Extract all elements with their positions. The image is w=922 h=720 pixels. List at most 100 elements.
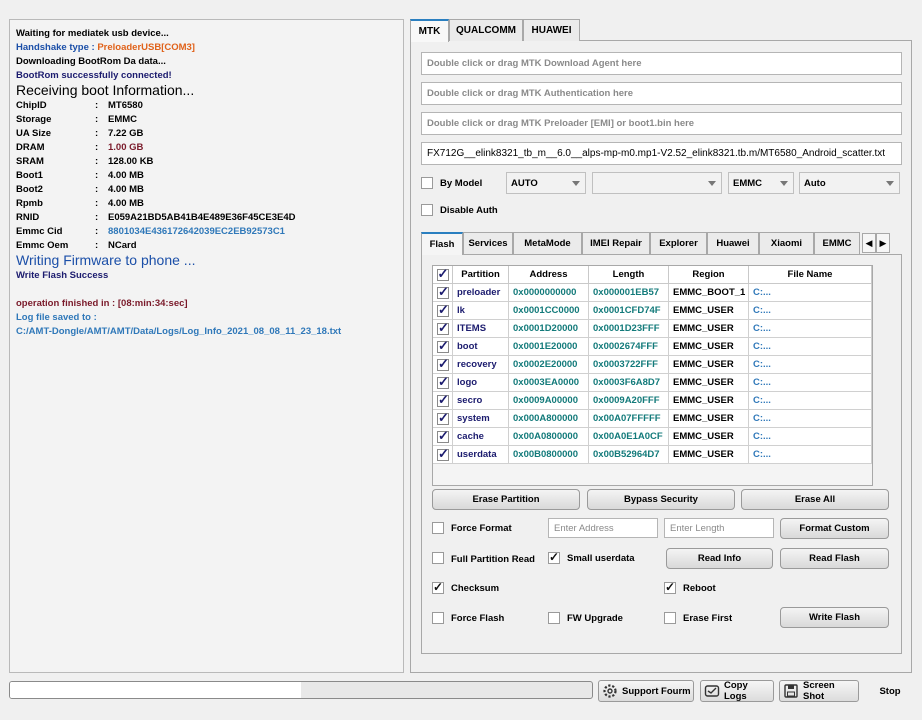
tab-scroll-right-icon[interactable]: ▶ [876, 233, 890, 253]
force-flash-checkbox[interactable] [432, 612, 444, 624]
header-region[interactable]: Region [669, 266, 749, 284]
row-checkbox-cell[interactable] [433, 374, 453, 392]
row-checkbox[interactable] [437, 338, 449, 354]
read-info-button[interactable]: Read Info [666, 548, 773, 569]
row-checkbox[interactable] [437, 410, 449, 426]
tab-services[interactable]: Services [463, 232, 513, 254]
cell-address: 0x0009A00000 [509, 392, 589, 410]
bypass-security-button[interactable]: Bypass Security [587, 489, 735, 510]
row-checkbox-cell[interactable] [433, 320, 453, 338]
row-checkbox[interactable] [437, 356, 449, 372]
format-custom-button[interactable]: Format Custom [780, 518, 889, 539]
tab-qualcomm[interactable]: QUALCOMM [449, 19, 523, 41]
tab-imei-repair[interactable]: IMEI Repair [582, 232, 650, 254]
model-select[interactable]: AUTO [506, 172, 586, 194]
full-partition-read-checkbox[interactable] [432, 552, 444, 564]
scatter-file-input[interactable]: FX712G__elink8321_tb_m__6.0__alps-mp-m0.… [421, 142, 902, 165]
read-flash-button[interactable]: Read Flash [780, 548, 889, 569]
cell-region: EMMC_USER [669, 320, 749, 338]
info-value: 128.00 KB [108, 156, 154, 167]
copy-logs-label: Copy Logs [724, 680, 748, 702]
row-checkbox[interactable] [437, 302, 449, 318]
copy-logs-button[interactable]: Copy Logs [700, 680, 774, 702]
cell-length: 0x0001D23FFF [589, 320, 669, 338]
stop-button[interactable]: Stop [870, 680, 910, 702]
log-line-downloading: Downloading BootRom Da data... [16, 56, 166, 67]
erase-all-button[interactable]: Erase All [741, 489, 889, 510]
row-checkbox[interactable] [437, 446, 449, 462]
info-separator: : [95, 184, 99, 195]
cell-partition: cache [453, 428, 509, 446]
info-key: Emmc Oem [16, 240, 69, 251]
checksum-checkbox[interactable] [432, 580, 444, 594]
row-checkbox[interactable] [437, 374, 449, 390]
log-file-path[interactable]: C:/AMT-Dongle/AMT/AMT/Data/Logs/Log_Info… [16, 326, 341, 337]
full-partition-read-label: Full Partition Read [451, 554, 535, 565]
write-flash-button[interactable]: Write Flash [780, 607, 889, 628]
preloader-file-input[interactable]: Double click or drag MTK Preloader [EMI]… [421, 112, 902, 135]
by-model-checkbox[interactable] [421, 177, 433, 189]
cell-partition: recovery [453, 356, 509, 374]
row-checkbox[interactable] [437, 428, 449, 444]
select-all-header[interactable] [433, 266, 453, 284]
tab-metamode[interactable]: MetaMode [513, 232, 582, 254]
disable-auth-label: Disable Auth [440, 205, 498, 216]
row-checkbox-cell[interactable] [433, 410, 453, 428]
model-select-2[interactable] [592, 172, 722, 194]
cell-length: 0x00A0E1A0CF [589, 428, 669, 446]
header-partition[interactable]: Partition [453, 266, 509, 284]
cell-region: EMMC_USER [669, 338, 749, 356]
tab-xiaomi[interactable]: Xiaomi [759, 232, 814, 254]
info-separator: : [95, 128, 99, 139]
disable-auth-checkbox[interactable] [421, 204, 433, 216]
tab-emmc[interactable]: EMMC [814, 232, 860, 254]
reboot-checkbox[interactable] [664, 580, 676, 594]
storage-select[interactable]: EMMC [728, 172, 794, 194]
cell-partition: ITEMS [453, 320, 509, 338]
auto-select[interactable]: Auto [799, 172, 900, 194]
header-address[interactable]: Address [509, 266, 589, 284]
row-checkbox[interactable] [437, 320, 449, 336]
tab-scroll-left-icon[interactable]: ◀ [862, 233, 876, 253]
tab-explorer[interactable]: Explorer [650, 232, 707, 254]
small-userdata-checkbox[interactable] [548, 550, 560, 564]
force-format-checkbox[interactable] [432, 522, 444, 534]
row-checkbox-cell[interactable] [433, 338, 453, 356]
cell-address: 0x00A0800000 [509, 428, 589, 446]
row-checkbox-cell[interactable] [433, 392, 453, 410]
length-input[interactable]: Enter Length [664, 518, 774, 538]
tab-huawei[interactable]: HUAWEI [523, 19, 580, 41]
auth-file-input[interactable]: Double click or drag MTK Authentication … [421, 82, 902, 105]
da-file-input[interactable]: Double click or drag MTK Download Agent … [421, 52, 902, 75]
cell-address: 0x00B0800000 [509, 446, 589, 464]
handshake-value: PreloaderUSB[COM3] [97, 42, 195, 53]
address-input[interactable]: Enter Address [548, 518, 658, 538]
info-separator: : [95, 240, 99, 251]
info-value: 4.00 MB [108, 170, 144, 181]
support-forum-button[interactable]: Support Fourm [598, 680, 694, 702]
row-checkbox-cell[interactable] [433, 428, 453, 446]
header-file-name[interactable]: File Name [749, 266, 872, 284]
header-length[interactable]: Length [589, 266, 669, 284]
erase-first-checkbox[interactable] [664, 612, 676, 624]
row-checkbox-cell[interactable] [433, 446, 453, 464]
row-checkbox-cell[interactable] [433, 284, 453, 302]
row-checkbox[interactable] [437, 284, 449, 300]
log-line-connected: BootRom successfully connected! [16, 70, 172, 81]
erase-partition-button[interactable]: Erase Partition [432, 489, 580, 510]
cell-region: EMMC_USER [669, 356, 749, 374]
tab-mtk[interactable]: MTK [410, 19, 449, 42]
screen-shot-button[interactable]: Screen Shot [779, 680, 859, 702]
row-checkbox-cell[interactable] [433, 356, 453, 374]
select-all-checkbox[interactable] [436, 266, 449, 282]
fw-upgrade-checkbox[interactable] [548, 612, 560, 624]
tab-flash[interactable]: Flash [421, 232, 463, 255]
cell-length: 0x0003722FFF [589, 356, 669, 374]
row-checkbox[interactable] [437, 392, 449, 408]
log-line-finished: operation finished in : [08:min:34:sec] [16, 298, 188, 309]
tab-huawei-inner[interactable]: Huawei [707, 232, 759, 254]
handshake-label: Handshake type : [16, 42, 98, 53]
log-line-waiting: Waiting for mediatek usb device... [16, 28, 169, 39]
row-checkbox-cell[interactable] [433, 302, 453, 320]
info-value: MT6580 [108, 100, 143, 111]
